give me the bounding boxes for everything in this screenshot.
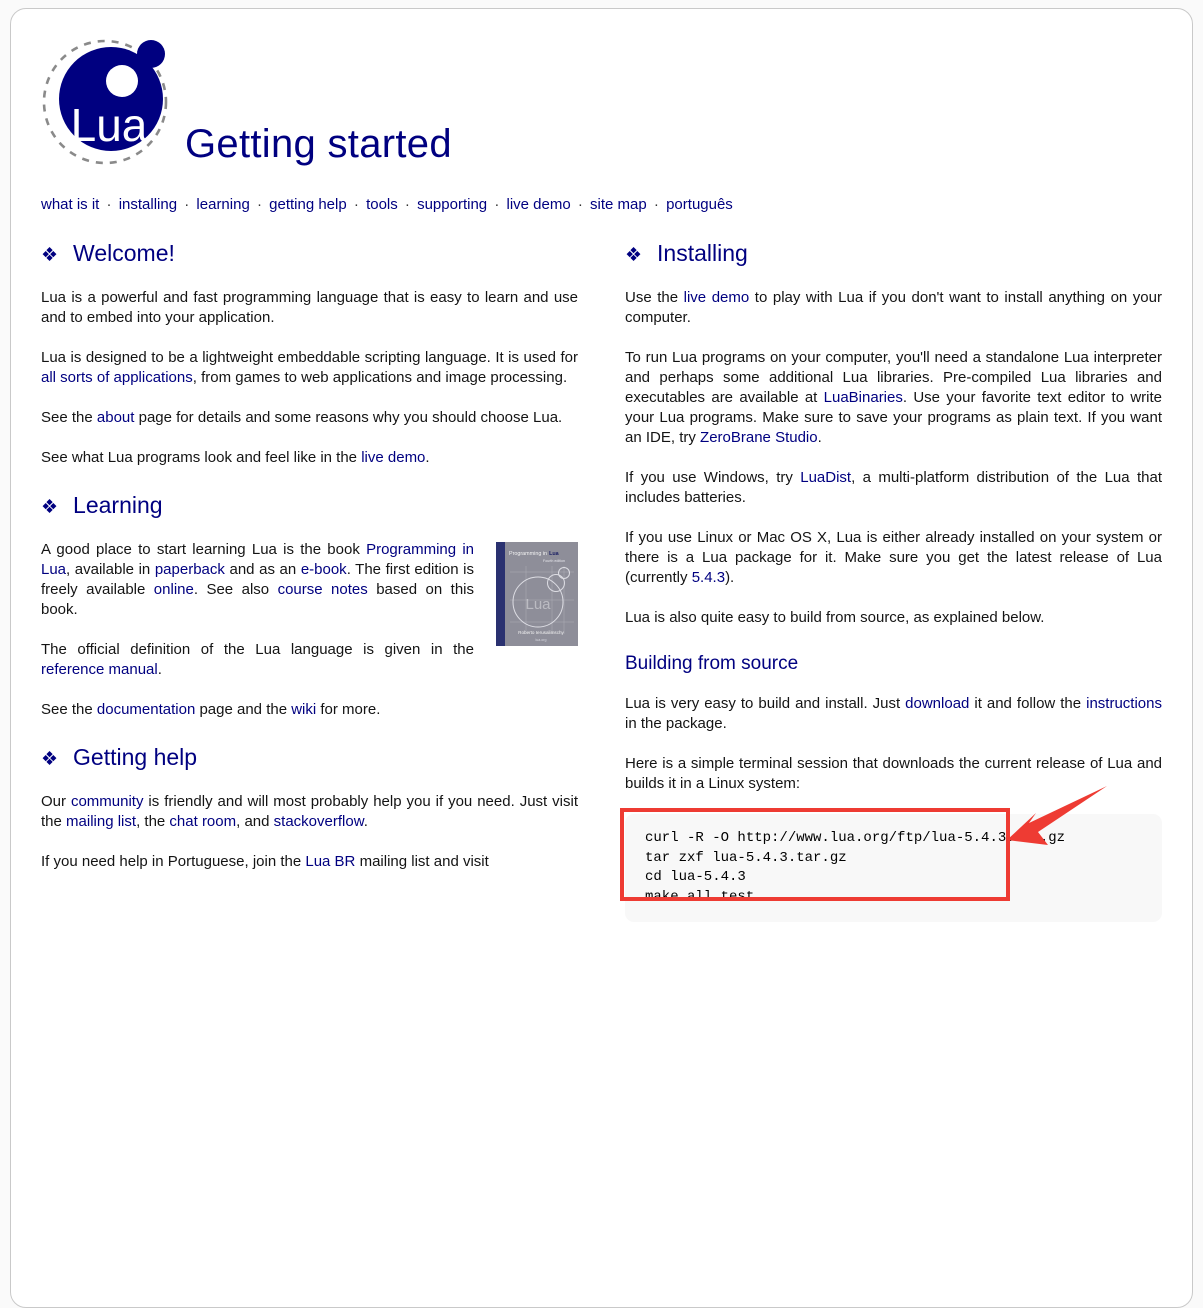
- logo-text: Lua: [71, 99, 148, 151]
- nav-separator: ·: [350, 196, 363, 213]
- paragraph: Lua Programming inLua Fourth edition Rob…: [41, 540, 578, 620]
- link-paperback[interactable]: paperback: [155, 561, 225, 578]
- link-5-4-3[interactable]: 5.4.3: [692, 569, 725, 586]
- nav-link-portugu-s[interactable]: português: [666, 196, 733, 213]
- link-download[interactable]: download: [905, 695, 969, 712]
- diamond-icon: ❖: [41, 245, 58, 266]
- diamond-icon: ❖: [625, 245, 642, 266]
- paragraph: See the documentation page and the wiki …: [41, 700, 578, 720]
- paragraph: Lua is also quite easy to build from sou…: [625, 608, 1162, 628]
- paragraph: See what Lua programs look and feel like…: [41, 448, 578, 468]
- right-column: ❖Installing Use the live demo to play wit…: [625, 243, 1162, 922]
- paragraph: To run Lua programs on your computer, yo…: [625, 348, 1162, 448]
- page-container: Lua Getting started what is it · install…: [10, 8, 1193, 1308]
- link-course-notes[interactable]: course notes: [278, 581, 368, 598]
- nav-separator: ·: [253, 196, 266, 213]
- link-stackoverflow[interactable]: stackoverflow: [274, 813, 364, 830]
- paragraph: Lua is very easy to build and install. J…: [625, 694, 1162, 734]
- book-sketch-lua-text: Lua: [525, 596, 551, 613]
- terminal-session: curl -R -O http://www.lua.org/ftp/lua-5.…: [625, 814, 1162, 922]
- nav: what is it · installing · learning · get…: [41, 196, 1162, 213]
- link-live-demo[interactable]: live demo: [684, 289, 750, 306]
- nav-link-installing[interactable]: installing: [119, 196, 177, 213]
- nav-separator: ·: [650, 196, 663, 213]
- nav-link-tools[interactable]: tools: [366, 196, 398, 213]
- link-instructions[interactable]: instructions: [1086, 695, 1162, 712]
- content-columns: ❖Welcome! Lua is a powerful and fast prog…: [41, 243, 1162, 922]
- diamond-icon: ❖: [41, 497, 58, 518]
- section-heading-learning: ❖Learning: [41, 495, 578, 518]
- link-luabinaries[interactable]: LuaBinaries: [824, 389, 903, 406]
- nav-separator: ·: [180, 196, 193, 213]
- book-spine: [496, 542, 505, 646]
- link-e-book[interactable]: e-book: [301, 561, 347, 578]
- nav-separator: ·: [102, 196, 115, 213]
- paragraph: Here is a simple terminal session that d…: [625, 754, 1162, 794]
- book-edition: Fourth edition: [543, 559, 565, 563]
- header: Lua Getting started: [41, 39, 1162, 169]
- link-luadist[interactable]: LuaDist: [800, 469, 851, 486]
- section-heading-getting-help: ❖Getting help: [41, 747, 578, 770]
- paragraph: See the about page for details and some …: [41, 408, 578, 428]
- book-title: Programming inLua: [509, 551, 560, 557]
- link-programming-in-lua[interactable]: Programming in Lua: [41, 541, 474, 578]
- paragraph: If you use Windows, try LuaDist, a multi…: [625, 468, 1162, 508]
- link-about[interactable]: about: [97, 409, 135, 426]
- diamond-icon: ❖: [41, 749, 58, 770]
- nav-separator: ·: [490, 196, 503, 213]
- link-mailing-list[interactable]: mailing list: [66, 813, 136, 830]
- book-author: Roberto Ierusalimschy: [518, 630, 564, 635]
- link-all-sorts-of-applications[interactable]: all sorts of applications: [41, 369, 193, 386]
- nav-link-live-demo[interactable]: live demo: [507, 196, 571, 213]
- paragraph: If you need help in Portuguese, join the…: [41, 852, 578, 872]
- book-cover[interactable]: Lua Programming inLua Fourth edition Rob…: [496, 542, 578, 646]
- page-title: Getting started: [185, 122, 452, 167]
- link-chat-room[interactable]: chat room: [169, 813, 236, 830]
- paragraph: Our community is friendly and will most …: [41, 792, 578, 832]
- nav-link-supporting[interactable]: supporting: [417, 196, 487, 213]
- lua-logo[interactable]: Lua: [41, 39, 171, 169]
- left-column: ❖Welcome! Lua is a powerful and fast prog…: [41, 243, 578, 922]
- paragraph: If you use Linux or Mac OS X, Lua is eit…: [625, 528, 1162, 588]
- logo-moon-hole: [106, 65, 138, 97]
- paragraph: Use the live demo to play with Lua if yo…: [625, 288, 1162, 328]
- link-zerobrane-studio[interactable]: ZeroBrane Studio: [700, 429, 818, 446]
- book-publisher: lua.org: [536, 638, 547, 642]
- nav-separator: ·: [401, 196, 414, 213]
- nav-separator: ·: [574, 196, 587, 213]
- nav-link-learning[interactable]: learning: [196, 196, 249, 213]
- link-community[interactable]: community: [71, 793, 144, 810]
- nav-link-getting-help[interactable]: getting help: [269, 196, 347, 213]
- subsection-heading-building-from-source: Building from source: [625, 654, 1162, 674]
- paragraph: Lua is a powerful and fast programming l…: [41, 288, 578, 328]
- paragraph: The official definition of the Lua langu…: [41, 640, 578, 680]
- section-heading-welcome: ❖Welcome!: [41, 243, 578, 266]
- nav-link-what-is-it[interactable]: what is it: [41, 196, 99, 213]
- link-reference-manual[interactable]: reference manual: [41, 661, 158, 678]
- nav-link-site-map[interactable]: site map: [590, 196, 647, 213]
- link-wiki[interactable]: wiki: [291, 701, 316, 718]
- paragraph: Lua is designed to be a lightweight embe…: [41, 348, 578, 388]
- link-lua-br[interactable]: Lua BR: [305, 853, 355, 870]
- link-online[interactable]: online: [154, 581, 194, 598]
- section-heading-installing: ❖Installing: [625, 243, 1162, 266]
- logo-satellite-circle: [137, 40, 165, 68]
- code-block: curl -R -O http://www.lua.org/ftp/lua-5.…: [625, 814, 1162, 922]
- link-live-demo[interactable]: live demo: [361, 449, 425, 466]
- link-documentation[interactable]: documentation: [97, 701, 195, 718]
